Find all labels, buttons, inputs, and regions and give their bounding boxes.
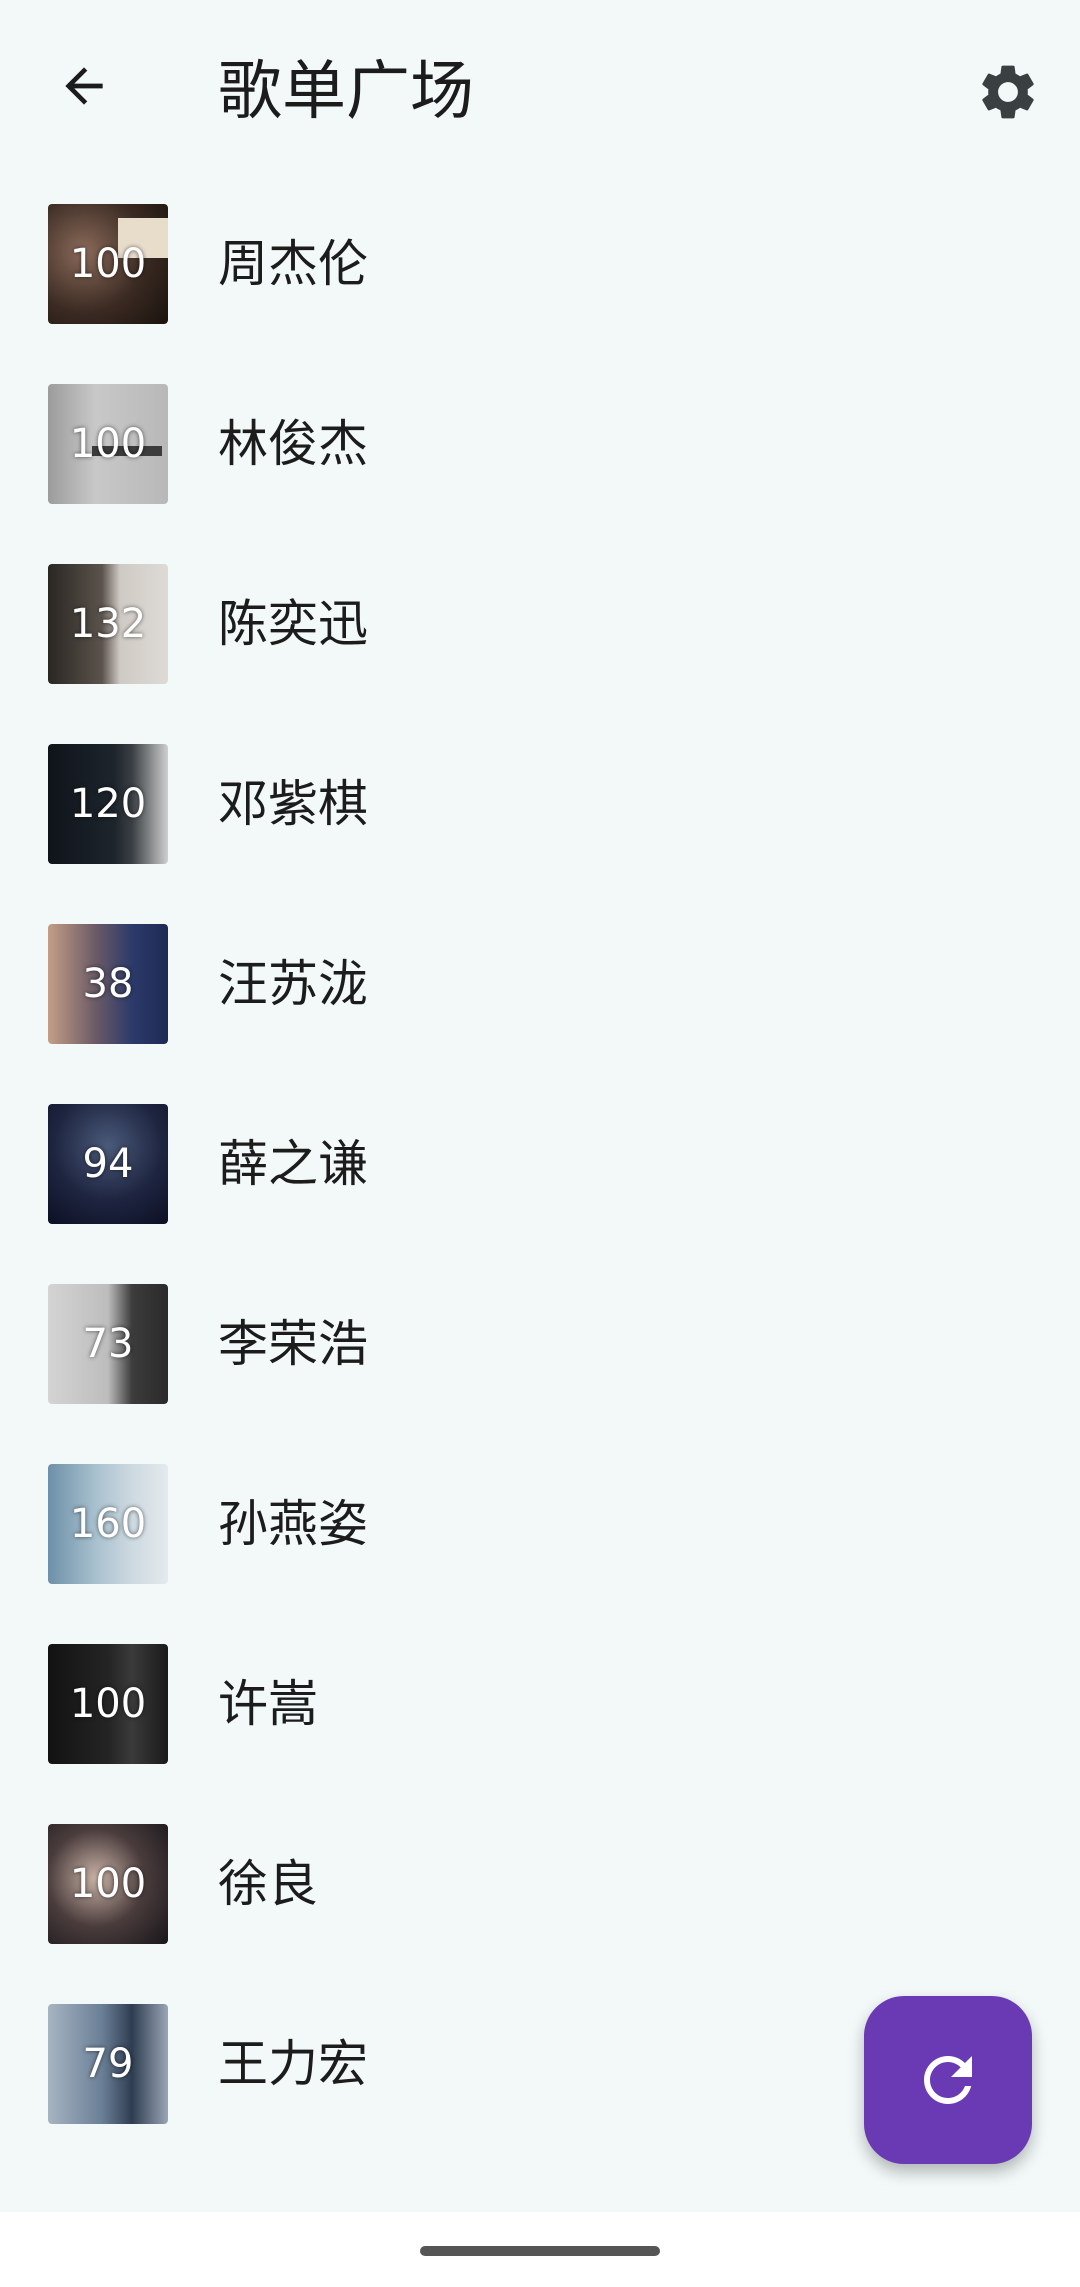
- playlist-name: 陈奕迅: [218, 595, 368, 653]
- gear-icon: [982, 65, 1034, 119]
- list-item[interactable]: 100 许嵩: [0, 1640, 1080, 1820]
- list-item[interactable]: 38 汪苏泷: [0, 920, 1080, 1100]
- list-item[interactable]: 120 邓紫棋: [0, 740, 1080, 920]
- song-count: 73: [82, 1321, 134, 1367]
- back-button[interactable]: [44, 46, 124, 126]
- app-bar: 歌单广场: [0, 0, 1080, 180]
- list-item[interactable]: 94 薛之谦: [0, 1100, 1080, 1280]
- song-count: 160: [69, 1501, 147, 1547]
- playlist-cover: 38: [48, 924, 168, 1044]
- settings-button[interactable]: [966, 50, 1050, 134]
- playlist-name: 李荣浩: [218, 1315, 368, 1373]
- list-item[interactable]: 73 李荣浩: [0, 1280, 1080, 1460]
- system-navigation-bar: [0, 2212, 1080, 2287]
- list-item[interactable]: 160 孙燕姿: [0, 1460, 1080, 1640]
- playlist-cover: 73: [48, 1284, 168, 1404]
- playlist-name: 周杰伦: [218, 235, 368, 293]
- playlist-name: 林俊杰: [218, 415, 368, 473]
- playlist-cover: 100: [48, 1824, 168, 1944]
- song-count: 132: [69, 601, 147, 647]
- gesture-handle[interactable]: [420, 2246, 660, 2256]
- playlist-cover: 100: [48, 384, 168, 504]
- playlist-name: 王力宏: [218, 2035, 368, 2093]
- list-item[interactable]: 100 周杰伦: [0, 200, 1080, 380]
- song-count: 94: [82, 1141, 134, 1187]
- refresh-icon: [924, 2056, 972, 2104]
- playlist-cover: 132: [48, 564, 168, 684]
- page-title: 歌单广场: [218, 55, 474, 129]
- song-count: 79: [82, 2041, 134, 2087]
- list-item[interactable]: 100 徐良: [0, 1820, 1080, 2000]
- playlist-cover: 100: [48, 1644, 168, 1764]
- playlist-name: 汪苏泷: [218, 955, 368, 1013]
- playlist-name: 薛之谦: [218, 1135, 368, 1193]
- playlist-name: 许嵩: [218, 1675, 318, 1733]
- playlist-cover: 100: [48, 204, 168, 324]
- song-count: 100: [69, 421, 147, 467]
- playlist-name: 徐良: [218, 1855, 318, 1913]
- playlist-list: 100 周杰伦 100 林俊杰 132 陈奕迅 120 邓紫棋 38 汪苏泷 9…: [0, 200, 1080, 2180]
- playlist-cover: 120: [48, 744, 168, 864]
- playlist-name: 邓紫棋: [218, 775, 368, 833]
- song-count: 100: [69, 1681, 147, 1727]
- song-count: 100: [69, 1861, 147, 1907]
- arrow-left-icon: [65, 67, 103, 105]
- refresh-button[interactable]: [864, 1996, 1032, 2164]
- song-count: 120: [69, 781, 147, 827]
- list-item[interactable]: 100 林俊杰: [0, 380, 1080, 560]
- playlist-cover: 79: [48, 2004, 168, 2124]
- playlist-cover: 94: [48, 1104, 168, 1224]
- playlist-cover: 160: [48, 1464, 168, 1584]
- playlist-name: 孙燕姿: [218, 1495, 368, 1553]
- list-item[interactable]: 132 陈奕迅: [0, 560, 1080, 740]
- song-count: 38: [82, 961, 134, 1007]
- song-count: 100: [69, 241, 147, 287]
